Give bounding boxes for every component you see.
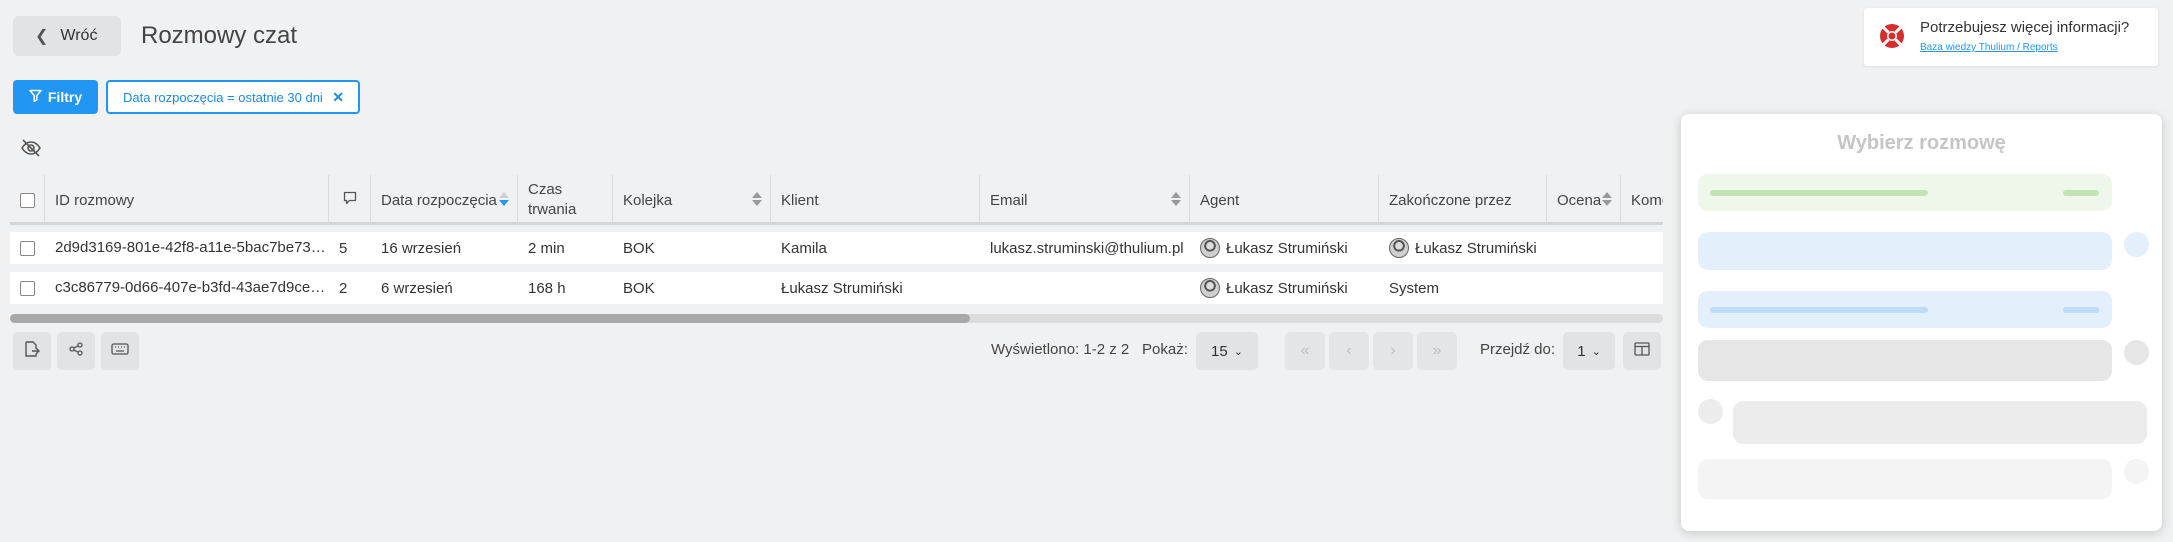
- row-email: lukasz.struminski@thulium.pl: [990, 239, 1184, 257]
- select-all-cell: [10, 175, 45, 225]
- chevron-left-icon: ❮: [35, 28, 49, 45]
- skeleton-message: [1733, 401, 2147, 444]
- col-start-date[interactable]: Data rozpoczęcia: [371, 175, 518, 225]
- row-agent: Łukasz Strumiński: [1190, 278, 1379, 298]
- avatar: [1200, 238, 1220, 258]
- table-header: ID rozmowy Data rozpoczęcia Czas trwania…: [10, 175, 1663, 225]
- goto-page-label: Przejdź do:: [1480, 341, 1556, 358]
- knowledge-base-link[interactable]: Baza wiedzy Thulium / Reports: [1920, 42, 2058, 53]
- back-label: Wróć: [60, 27, 98, 44]
- chevron-right-icon: ›: [1390, 342, 1396, 359]
- help-box: Potrzebujesz więcej informacji? Baza wie…: [1864, 8, 2158, 66]
- skeleton-line: [2063, 190, 2099, 196]
- skeleton-message: [1698, 232, 2112, 270]
- skeleton-avatar: [2124, 340, 2149, 365]
- conversation-preview-panel: Wybierz rozmowę: [1681, 114, 2162, 531]
- help-title: Potrzebujesz więcej informacji?: [1920, 19, 2130, 36]
- skeleton-line: [1710, 307, 1928, 313]
- sort-desc-icon[interactable]: [499, 191, 509, 207]
- row-duration: 2 min: [528, 239, 565, 257]
- col-email[interactable]: Email: [980, 175, 1190, 225]
- next-page-button[interactable]: ›: [1373, 332, 1413, 370]
- row-id: c3c86779-0d66-407e-b3fd-43ae7d9ce4e2: [55, 279, 329, 296]
- col-queue[interactable]: Kolejka: [613, 175, 771, 225]
- col-messages[interactable]: [329, 175, 371, 225]
- conversations-table: ID rozmowy Data rozpoczęcia Czas trwania…: [10, 175, 1663, 325]
- skeleton-avatar: [2124, 232, 2149, 257]
- sort-icon[interactable]: [1602, 191, 1612, 207]
- chevron-down-icon: ⌄: [1591, 345, 1601, 358]
- chat-bubble-icon: [343, 191, 357, 209]
- col-rating[interactable]: Ocena: [1547, 175, 1621, 225]
- share-icon: [68, 341, 84, 362]
- double-chevron-left-icon: «: [1300, 342, 1310, 359]
- active-filter-chip[interactable]: Data rozpoczęcia = ostatnie 30 dni ✕: [106, 80, 360, 114]
- table-row[interactable]: 2d9d3169-801e-42f8-a11e-5bac7be731... 5 …: [10, 232, 1663, 264]
- col-agent[interactable]: Agent: [1190, 175, 1379, 225]
- col-id[interactable]: ID rozmowy: [45, 175, 329, 225]
- col-duration[interactable]: Czas trwania: [518, 175, 613, 225]
- row-ended-by: System: [1389, 279, 1440, 297]
- column-layout-button[interactable]: [1623, 332, 1661, 370]
- sort-icon[interactable]: [752, 191, 762, 207]
- prev-page-button[interactable]: ‹: [1329, 332, 1369, 370]
- chevron-left-icon: ‹: [1346, 342, 1352, 359]
- row-messages: 5: [339, 239, 348, 257]
- share-button[interactable]: [57, 332, 95, 370]
- keyboard-icon: [111, 342, 129, 361]
- col-ended-by[interactable]: Zakończone przez: [1379, 175, 1547, 225]
- filter-icon: [29, 89, 42, 105]
- col-comment[interactable]: Kome: [1621, 175, 1663, 225]
- select-all-checkbox[interactable]: [19, 192, 35, 208]
- row-queue: BOK: [623, 279, 655, 297]
- skeleton-line: [2063, 307, 2099, 313]
- panel-title: Wybierz rozmowę: [1837, 132, 2006, 154]
- row-agent: Łukasz Strumiński: [1190, 238, 1379, 258]
- columns-icon: [1634, 341, 1650, 361]
- hidden-columns-eye-icon[interactable]: [20, 137, 44, 161]
- sort-icon[interactable]: [1171, 191, 1181, 207]
- double-chevron-right-icon: »: [1432, 342, 1442, 359]
- row-ended-by: Łukasz Strumiński: [1379, 238, 1547, 258]
- row-client: Łukasz Strumiński: [781, 279, 903, 297]
- export-button[interactable]: [13, 332, 51, 370]
- back-button[interactable]: ❮ Wróć: [13, 16, 121, 56]
- export-icon: [23, 340, 41, 363]
- row-checkbox[interactable]: [20, 280, 35, 296]
- skeleton-avatar: [2124, 459, 2149, 484]
- chevron-down-icon: ⌄: [1233, 345, 1243, 358]
- page-size-label: Pokaż:: [1142, 341, 1188, 358]
- row-start: 6 wrzesień: [381, 279, 453, 297]
- first-page-button[interactable]: «: [1285, 332, 1325, 370]
- skeleton-message: [1698, 459, 2112, 499]
- row-client: Kamila: [781, 239, 827, 257]
- row-start: 16 wrzesień: [381, 239, 462, 257]
- page-title: Rozmowy czat: [141, 22, 298, 49]
- goto-page-select[interactable]: 1 ⌄: [1563, 332, 1615, 370]
- lifebuoy-icon: [1878, 22, 1906, 50]
- close-icon[interactable]: ✕: [332, 89, 344, 106]
- keyboard-shortcuts-button[interactable]: [101, 332, 139, 370]
- horizontal-scrollbar[interactable]: [10, 314, 1663, 323]
- col-client[interactable]: Klient: [771, 175, 980, 225]
- table-row[interactable]: c3c86779-0d66-407e-b3fd-43ae7d9ce4e2 2 6…: [10, 272, 1663, 304]
- filters-label: Filtry: [47, 89, 83, 105]
- row-id: 2d9d3169-801e-42f8-a11e-5bac7be731...: [55, 239, 329, 256]
- displayed-count: Wyświetlono: 1-2 z 2: [991, 341, 1130, 358]
- row-duration: 168 h: [528, 279, 566, 297]
- row-messages: 2: [339, 279, 348, 297]
- skeleton-avatar: [1698, 399, 1723, 424]
- avatar: [1389, 238, 1409, 258]
- page-size-select[interactable]: 15 ⌄: [1196, 332, 1258, 370]
- row-checkbox[interactable]: [20, 240, 35, 256]
- skeleton-message: [1698, 340, 2112, 381]
- last-page-button[interactable]: »: [1417, 332, 1457, 370]
- skeleton-line: [1710, 190, 1928, 196]
- active-filter-label: Data rozpoczęcia = ostatnie 30 dni: [123, 89, 323, 105]
- scrollbar-thumb[interactable]: [10, 314, 970, 323]
- avatar: [1200, 278, 1220, 298]
- filters-button[interactable]: Filtry: [13, 80, 98, 114]
- row-queue: BOK: [623, 239, 655, 257]
